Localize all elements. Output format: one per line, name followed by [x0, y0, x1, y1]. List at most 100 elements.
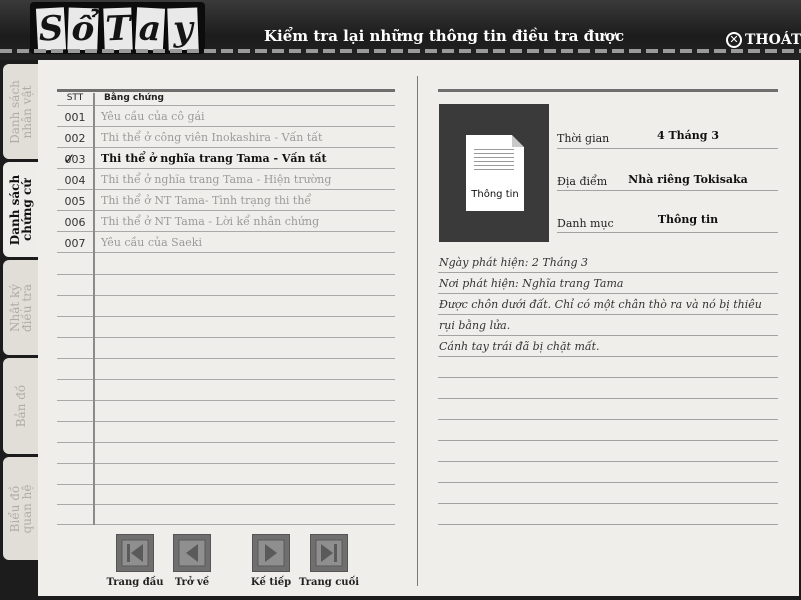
ruled-line — [438, 272, 778, 273]
column-header-stt: STT — [66, 93, 84, 103]
field-rule — [557, 190, 778, 191]
ruled-line — [438, 377, 778, 378]
ruled-line — [438, 314, 778, 315]
exit-label: THOÁT — [745, 32, 801, 48]
header-bar: S ổ T a y Kiểm tra lại những thông tin đ… — [0, 0, 801, 60]
ruled-line — [57, 316, 395, 317]
ruled-line — [57, 274, 395, 275]
evidence-number: 005 — [64, 195, 86, 208]
next-label: Kế tiếp — [250, 577, 292, 588]
ruled-line — [438, 461, 778, 462]
notebook-page: STT Bằng chứng 001 Yêu cầu của cô gái 00… — [38, 60, 799, 600]
tab-label: Danh sách chứng cứ — [7, 174, 34, 245]
evidence-row-selected[interactable]: 003 ✓ Thi thể ở nghĩa trang Tama - Vấn t… — [57, 148, 395, 169]
ruled-line — [438, 419, 778, 420]
app-logo: S ổ T a y — [30, 2, 205, 54]
ruled-line — [57, 484, 395, 485]
ruled-line — [57, 379, 395, 380]
thumbnail-caption: Thông tin — [471, 189, 519, 200]
section-tabs: Danh sách nhân vật Danh sách chứng cứ Nh… — [0, 60, 38, 600]
column-rule — [93, 93, 95, 525]
evidence-name: Thi thể ở NT Tama- Tình trạng thi thể — [101, 194, 312, 207]
ruled-line — [57, 504, 395, 505]
ruled-line — [438, 398, 778, 399]
tab-investigation-log[interactable]: Nhật ký điều tra — [3, 260, 38, 355]
last-page-label: Trang cuối — [299, 577, 360, 588]
field-rule — [557, 148, 778, 149]
last-page-button[interactable] — [310, 534, 348, 572]
tab-evidence-list[interactable]: Danh sách chứng cứ — [3, 162, 38, 257]
category-value: Thông tin — [657, 213, 719, 226]
ruled-line — [57, 358, 395, 359]
detail-line: rụi bằng lửa. — [439, 319, 511, 332]
ruled-line — [57, 524, 395, 525]
tab-label: Bản đồ — [13, 384, 28, 428]
place-value: Nhà riêng Tokisaka — [628, 173, 748, 186]
field-rule — [557, 232, 778, 233]
arrow-right-icon — [257, 539, 285, 567]
evidence-number: 007 — [64, 237, 86, 250]
evidence-row[interactable]: 004 Thi thể ở nghĩa trang Tama - Hiện tr… — [57, 169, 395, 190]
evidence-row[interactable]: 002 Thi thể ở công viên Inokashira - Vấn… — [57, 127, 395, 148]
detail-line: Nơi phát hiện: Nghĩa trang Tama — [439, 277, 624, 290]
document-icon: Thông tin — [466, 135, 524, 211]
arrow-left-icon — [178, 539, 206, 567]
header-rail — [0, 49, 801, 53]
evidence-number: 001 — [64, 111, 86, 124]
first-page-label: Trang đầu — [106, 577, 164, 588]
evidence-number: 004 — [64, 174, 86, 187]
evidence-thumbnail: Thông tin — [439, 104, 549, 242]
tab-character-list[interactable]: Danh sách nhân vật — [3, 64, 38, 159]
exit-button[interactable]: ✕ THOÁT — [726, 29, 801, 51]
list-top-rule — [57, 89, 395, 92]
evidence-row[interactable]: 005 Thi thể ở NT Tama- Tình trạng thi th… — [57, 190, 395, 211]
evidence-name: Yêu cầu của cô gái — [101, 110, 205, 123]
logo-letter: a — [134, 7, 166, 51]
back-button[interactable] — [173, 534, 211, 572]
first-page-button[interactable] — [116, 534, 154, 572]
detail-top-rule — [438, 89, 778, 92]
evidence-row[interactable]: 006 Thi thể ở NT Tama - Lời kể nhân chứn… — [57, 211, 395, 232]
logo-letter: T — [103, 7, 133, 51]
column-header-evidence: Bằng chứng — [104, 93, 164, 103]
ruled-line — [57, 421, 395, 422]
page-title: Kiểm tra lại những thông tin điều tra đư… — [264, 27, 625, 45]
ruled-line — [438, 440, 778, 441]
ruled-line — [438, 503, 778, 504]
ruled-line — [438, 293, 778, 294]
bottom-rail — [38, 596, 799, 600]
tab-map[interactable]: Bản đồ — [3, 358, 38, 454]
evidence-number: 006 — [64, 216, 86, 229]
tab-label: Danh sách nhân vật — [7, 79, 34, 144]
skip-forward-icon — [315, 539, 343, 567]
ruled-line — [438, 335, 778, 336]
close-icon: ✕ — [726, 32, 742, 48]
ruled-line — [57, 295, 395, 296]
ruled-line — [57, 400, 395, 401]
evidence-number: 002 — [64, 132, 86, 145]
evidence-row[interactable]: 007 Yêu cầu của Saeki — [57, 232, 395, 253]
evidence-name: Thi thể ở NT Tama - Lời kể nhân chứng — [101, 215, 320, 228]
logo-letter: ổ — [67, 7, 99, 51]
ruled-line — [57, 442, 395, 443]
logo-letter: S — [35, 7, 67, 51]
detail-line: Được chôn dưới đất. Chỉ có một chân thò … — [439, 298, 762, 311]
evidence-name: Thi thể ở nghĩa trang Tama - Hiện trường — [101, 173, 332, 186]
tab-relationship-chart[interactable]: Biểu đồ quan hệ — [3, 457, 38, 560]
ruled-line — [438, 524, 778, 525]
next-button[interactable] — [252, 534, 290, 572]
ruled-line — [438, 482, 778, 483]
time-value: 4 Tháng 3 — [657, 129, 719, 142]
evidence-name: Thi thể ở nghĩa trang Tama - Vấn tất — [101, 152, 327, 165]
ruled-line — [57, 463, 395, 464]
detail-line: Cánh tay trái đã bị chặt mất. — [439, 340, 600, 353]
tab-label: Nhật ký điều tra — [7, 283, 34, 332]
page-divider — [417, 76, 418, 586]
logo-letter: y — [167, 7, 199, 51]
skip-back-icon — [121, 539, 149, 567]
checkmark-icon: ✓ — [63, 150, 76, 168]
evidence-row[interactable]: 001 Yêu cầu của cô gái — [57, 106, 395, 127]
ruled-line — [438, 356, 778, 357]
tab-label: Biểu đồ quan hệ — [7, 484, 34, 533]
back-label: Trở về — [174, 577, 210, 588]
